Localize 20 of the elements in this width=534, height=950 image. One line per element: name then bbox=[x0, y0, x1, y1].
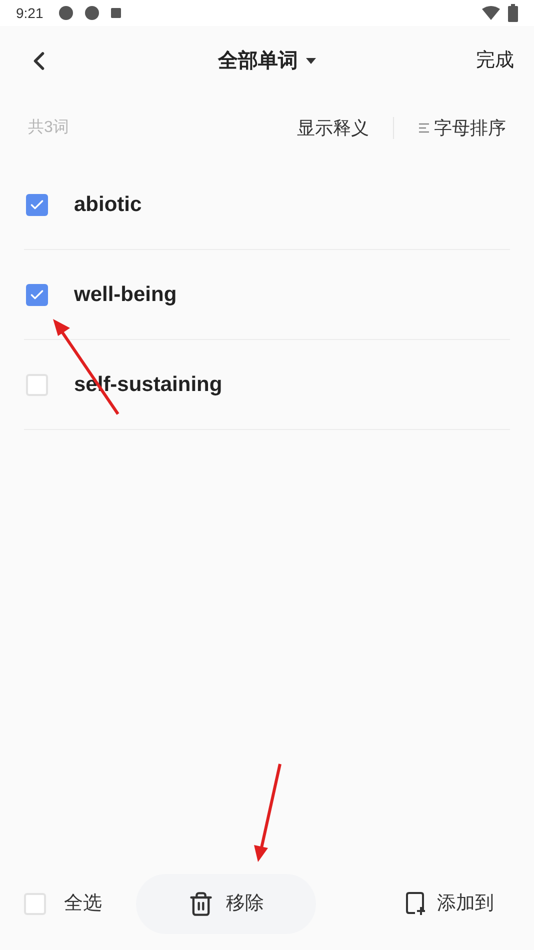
title-dropdown[interactable]: 全部单词 bbox=[218, 46, 316, 76]
checkbox[interactable] bbox=[26, 194, 48, 216]
checkbox[interactable] bbox=[26, 374, 48, 396]
done-button[interactable]: 完成 bbox=[476, 46, 514, 76]
battery-icon bbox=[508, 4, 518, 22]
caret-icon bbox=[306, 58, 316, 64]
sort-button[interactable]: 字母排序 bbox=[418, 114, 506, 142]
word-text: abiotic bbox=[74, 192, 142, 218]
checkbox[interactable] bbox=[24, 893, 46, 915]
select-all-button[interactable]: 全选 bbox=[24, 890, 102, 918]
word-count: 共3词 bbox=[28, 118, 69, 138]
add-to-button[interactable]: 添加到 bbox=[405, 890, 494, 918]
status-time: 9:21 bbox=[16, 4, 44, 22]
remove-button[interactable]: 移除 bbox=[136, 874, 316, 934]
sort-icon bbox=[418, 122, 430, 134]
checkbox[interactable] bbox=[26, 284, 48, 306]
wifi-icon bbox=[482, 6, 500, 20]
show-meaning-button[interactable]: 显示释义 bbox=[297, 114, 369, 142]
trash-icon bbox=[188, 891, 214, 917]
word-text: well-being bbox=[74, 282, 177, 308]
